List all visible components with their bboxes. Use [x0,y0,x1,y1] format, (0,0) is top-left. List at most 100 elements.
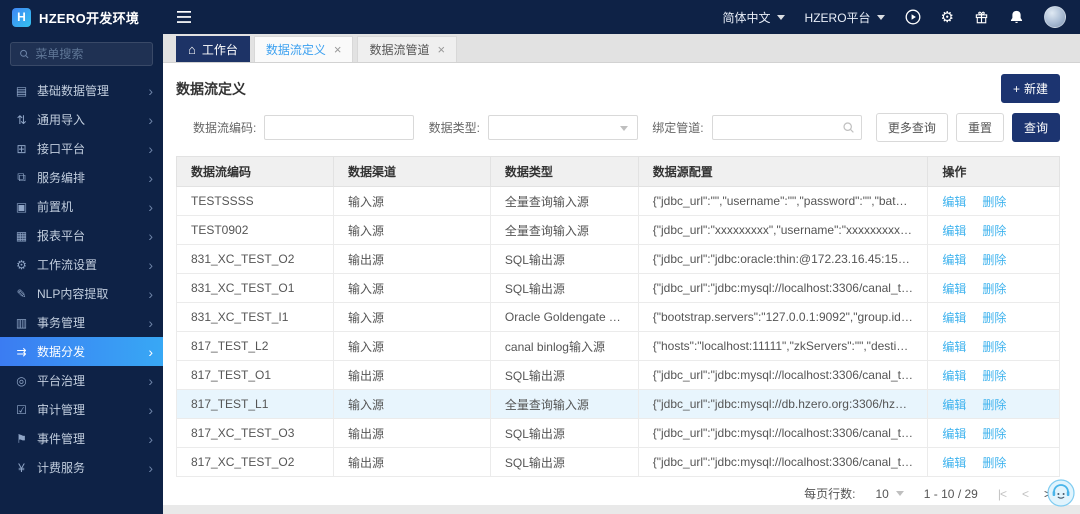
table-row[interactable]: 817_XC_TEST_O2 输出源 SQL输出源 {"jdbc_url":"j… [176,447,1060,477]
table-row[interactable]: 817_TEST_L2 输入源 canal binlog输入源 {"hosts"… [176,331,1060,361]
first-page-icon[interactable]: |< [998,487,1007,501]
prev-page-icon[interactable]: < [1022,487,1029,501]
edit-link[interactable]: 编辑 [942,224,966,238]
sidebar-item-platform-governance[interactable]: ◎ 平台治理 › [0,366,163,395]
close-icon[interactable]: × [334,43,342,56]
pipeline-filter-input[interactable] [711,115,862,140]
delete-link[interactable]: 删除 [982,427,1006,441]
sidebar-item-report-platform[interactable]: ▦ 报表平台 › [0,221,163,250]
tab-dataflow-definition[interactable]: 数据流定义 × [253,36,354,62]
search-icon [843,122,854,133]
avatar[interactable] [1044,6,1066,28]
cell-type: SQL输出源 [489,244,639,274]
collapse-menu-icon[interactable] [177,11,191,23]
close-icon[interactable]: × [438,43,446,56]
delete-link[interactable]: 删除 [982,195,1006,209]
search-button[interactable]: 查询 [1011,113,1060,142]
sidebar-item-interface-platform[interactable]: ⊞ 接口平台 › [0,134,163,163]
new-button[interactable]: + 新建 [1000,74,1060,103]
more-query-button[interactable]: 更多查询 [875,113,948,142]
sidebar-item-basic-data-management[interactable]: ▤ 基础数据管理 › [0,76,163,105]
rows-per-page-select[interactable]: 10 [875,487,904,501]
sidebar-item-billing-service[interactable]: ¥ 计费服务 › [0,453,163,482]
edit-link[interactable]: 编辑 [942,195,966,209]
sidebar-item-service-orchestration[interactable]: ⧉ 服务编排 › [0,163,163,192]
cell-config: {"jdbc_url":"","username":"","password":… [637,186,929,216]
type-filter-select[interactable] [487,115,638,140]
sidebar-item-general-import[interactable]: ⇅ 通用导入 › [0,105,163,134]
governance-icon: ◎ [16,373,27,388]
delete-link[interactable]: 删除 [982,253,1006,267]
front-processor-icon: ▣ [15,199,28,214]
pipeline-filter-label: 绑定管道: [652,121,704,135]
cell-code: 817_XC_TEST_O2 [176,447,334,477]
app-logo[interactable]: H HZERO开发环境 [0,7,163,27]
delete-link[interactable]: 删除 [982,340,1006,354]
sidebar-item-event-management[interactable]: ⚑ 事件管理 › [0,424,163,453]
tab-label: 数据流定义 [265,43,326,57]
sidebar-item-workflow-settings[interactable]: ⚙ 工作流设置 › [0,250,163,279]
cell-actions: 编辑 删除 [927,244,1060,274]
chevron-right-icon: › [148,401,153,418]
cell-code: 817_TEST_L1 [176,389,334,419]
tenant-select[interactable]: HZERO平台 [805,9,885,26]
table-row[interactable]: 817_XC_TEST_O3 输出源 SQL输出源 {"jdbc_url":"j… [176,418,1060,448]
edit-link[interactable]: 编辑 [942,311,966,325]
cell-actions: 编辑 删除 [927,331,1060,361]
table-row[interactable]: 831_XC_TEST_I1 输入源 Oracle Goldengate To … [176,302,1060,332]
cell-type: SQL输出源 [489,360,639,390]
chevron-right-icon: › [148,227,153,244]
edit-link[interactable]: 编辑 [942,398,966,412]
delete-link[interactable]: 删除 [982,398,1006,412]
market-icon[interactable] [974,10,989,25]
guide-play-circle-icon[interactable] [905,9,921,25]
home-icon: ⌂ [188,42,196,57]
customer-service-icon[interactable] [1047,479,1075,507]
table-row[interactable]: TESTSSSS 输入源 全量查询输入源 {"jdbc_url":"","use… [176,186,1060,216]
delete-link[interactable]: 删除 [982,224,1006,238]
cell-code: TESTSSSS [176,186,334,216]
sidebar-item-audit-management[interactable]: ☑ 审计管理 › [0,395,163,424]
edit-link[interactable]: 编辑 [942,427,966,441]
code-filter-input[interactable] [264,115,415,140]
table-row[interactable]: 817_TEST_O1 输出源 SQL输出源 {"jdbc_url":"jdbc… [176,360,1060,390]
import-icon: ⇅ [16,112,27,127]
delete-link[interactable]: 删除 [982,369,1006,383]
chevron-right-icon: › [148,82,153,99]
sidebar-item-transaction-management[interactable]: ▥ 事务管理 › [0,308,163,337]
edit-link[interactable]: 编辑 [942,340,966,354]
bell-icon[interactable] [1009,9,1024,25]
tab-label: 工作台 [201,43,238,57]
sidebar-item-nlp-extraction[interactable]: ✎ NLP内容提取 › [0,279,163,308]
language-select[interactable]: 简体中文 [723,9,785,26]
table-row[interactable]: 831_XC_TEST_O2 输出源 SQL输出源 {"jdbc_url":"j… [176,244,1060,274]
table-header-row: 数据流编码 数据渠道 数据类型 数据源配置 操作 [176,156,1060,187]
edit-link[interactable]: 编辑 [942,282,966,296]
tab-label: 数据流管道 [369,43,430,57]
cell-config: {"bootstrap.servers":"127.0.0.1:9092","g… [637,302,929,332]
table-row-highlighted[interactable]: 817_TEST_L1 输入源 全量查询输入源 {"jdbc_url":"jdb… [176,389,1060,419]
sidebar: ▤ 基础数据管理 › ⇅ 通用导入 › ⊞ 接口平台 › ⧉ 服务编排 [0,34,163,514]
table-container: 数据流编码 数据渠道 数据类型 数据源配置 操作 TESTSSSS 输入源 全量… [163,154,1080,477]
tab-dataflow-pipeline[interactable]: 数据流管道 × [357,36,458,62]
report-icon: ▦ [15,228,28,243]
cell-code: 831_XC_TEST_I1 [176,302,334,332]
table-row[interactable]: 831_XC_TEST_O1 输入源 SQL输出源 {"jdbc_url":"j… [176,273,1060,303]
edit-link[interactable]: 编辑 [942,369,966,383]
table-row[interactable]: TEST0902 输入源 全量查询输入源 {"jdbc_url":"xxxxxx… [176,215,1060,245]
delete-link[interactable]: 删除 [982,311,1006,325]
edit-link[interactable]: 编辑 [942,253,966,267]
sidebar-item-data-distribution[interactable]: ⇉ 数据分发 › [0,337,163,366]
gear-icon[interactable]: ⚙ [941,10,954,25]
reset-button[interactable]: 重置 [955,113,1004,142]
audit-icon: ☑ [16,402,27,417]
cell-config: {"jdbc_url":"jdbc:mysql://localhost:3306… [637,273,929,303]
sidebar-item-front-processor[interactable]: ▣ 前置机 › [0,192,163,221]
menu-search-input[interactable] [35,47,144,61]
chevron-right-icon: › [148,314,153,331]
edit-link[interactable]: 编辑 [942,456,966,470]
delete-link[interactable]: 删除 [982,456,1006,470]
tab-workbench[interactable]: ⌂ 工作台 [176,36,250,62]
delete-link[interactable]: 删除 [982,282,1006,296]
cell-actions: 编辑 删除 [927,447,1060,477]
